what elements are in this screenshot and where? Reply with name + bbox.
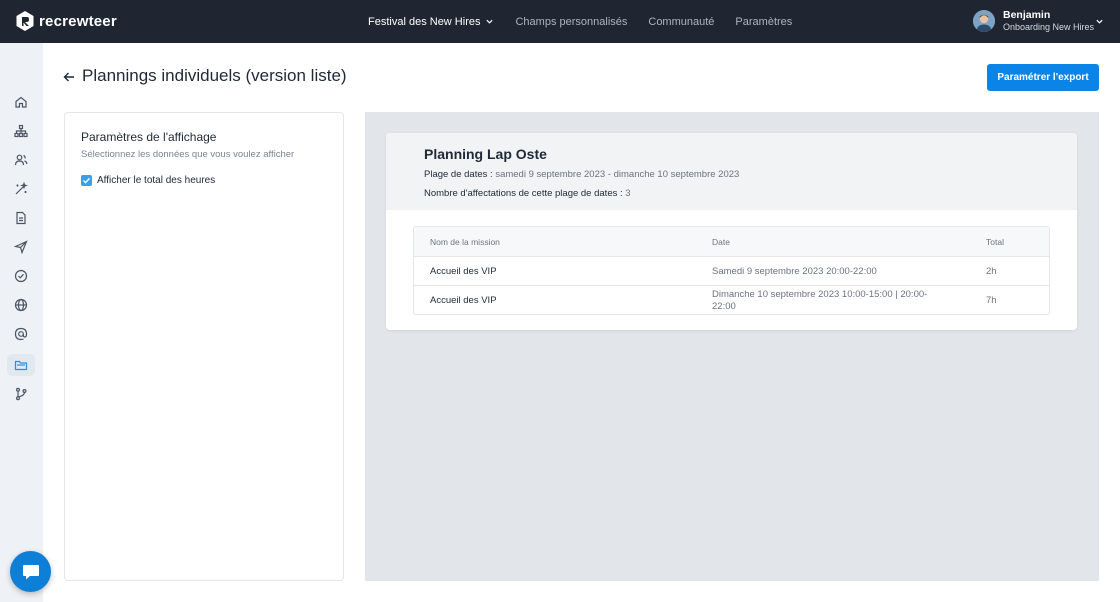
mission-date-cell: Dimanche 10 septembre 2023 10:00-15:00 |… xyxy=(712,288,928,312)
user-group-icon[interactable] xyxy=(14,153,28,167)
magic-wand-icon[interactable] xyxy=(14,181,28,196)
checkmark-icon xyxy=(83,177,91,184)
nav-item-label: Champs personnalisés xyxy=(515,15,628,28)
column-header-mission: Nom de la mission xyxy=(430,236,500,247)
table-row: Accueil des VIP Samedi 9 septembre 2023 … xyxy=(414,256,1049,285)
back-arrow-icon[interactable] xyxy=(62,70,76,84)
main-nav: Festival des New Hires Champs personnali… xyxy=(368,0,813,43)
mission-name-cell: Accueil des VIP xyxy=(430,294,497,306)
avatar xyxy=(973,10,995,32)
assignment-count-label: Nombre d'affectations de cette plage de … xyxy=(424,188,623,199)
home-icon[interactable] xyxy=(14,95,28,109)
brand-logo[interactable]: recrewteer xyxy=(15,10,117,32)
user-menu[interactable]: Benjamin Onboarding New Hires xyxy=(973,9,1103,33)
globe-icon[interactable] xyxy=(14,298,28,312)
total-hours-checkbox[interactable] xyxy=(81,175,92,186)
date-range-line: Plage de dates : samedi 9 septembre 2023… xyxy=(424,169,739,180)
planning-title: Planning Lap Oste xyxy=(424,146,547,162)
user-name: Benjamin xyxy=(1003,9,1051,21)
check-circle-icon[interactable] xyxy=(14,269,28,283)
page-title: Plannings individuels (version liste) xyxy=(82,66,347,85)
mission-date-cell: Samedi 9 septembre 2023 20:00-22:00 xyxy=(712,265,877,277)
nav-item-community[interactable]: Communauté xyxy=(648,16,714,28)
branch-icon[interactable] xyxy=(14,387,28,401)
nav-item-settings[interactable]: Paramètres xyxy=(735,16,792,28)
assignment-count-value: 3 xyxy=(625,188,631,199)
chevron-down-icon[interactable] xyxy=(1095,17,1104,26)
send-icon[interactable] xyxy=(13,240,28,255)
column-header-total: Total xyxy=(986,236,1004,247)
top-navigation-bar: recrewteer Festival des New Hires Champs… xyxy=(0,0,1120,43)
date-range-value: samedi 9 septembre 2023 - dimanche 10 se… xyxy=(495,169,740,180)
table-header-row: Nom de la mission Date Total xyxy=(414,227,1049,256)
planning-card: Planning Lap Oste Plage de dates : samed… xyxy=(386,133,1077,330)
table-row: Accueil des VIP Dimanche 10 septembre 20… xyxy=(414,285,1049,314)
mission-total-cell: 7h xyxy=(986,294,997,306)
display-settings-panel: Paramètres de l'affichage Sélectionnez l… xyxy=(64,112,344,581)
org-chart-icon[interactable] xyxy=(14,124,28,138)
user-avatar-icon xyxy=(973,10,995,32)
nav-item-label: Paramètres xyxy=(735,15,793,28)
left-sidebar xyxy=(0,43,43,602)
recrewteer-logo-icon xyxy=(16,11,34,31)
chevron-down-icon xyxy=(486,19,494,24)
nav-item-label: Festival des New Hires xyxy=(368,15,481,28)
user-role: Onboarding New Hires xyxy=(1003,22,1095,32)
export-settings-button[interactable]: Paramétrer l'export xyxy=(987,64,1099,91)
planning-header: Planning Lap Oste Plage de dates : samed… xyxy=(386,133,1077,210)
document-icon[interactable] xyxy=(14,211,28,225)
nav-item-label: Communauté xyxy=(648,15,715,28)
user-info: Benjamin Onboarding New Hires xyxy=(1003,9,1094,33)
missions-table: Nom de la mission Date Total Accueil des… xyxy=(413,226,1050,315)
chat-button[interactable] xyxy=(10,551,51,592)
planning-preview-area: Planning Lap Oste Plage de dates : samed… xyxy=(365,112,1099,581)
nav-item-custom-fields[interactable]: Champs personnalisés xyxy=(515,16,627,28)
settings-title: Paramètres de l'affichage xyxy=(81,130,217,144)
column-header-date: Date xyxy=(712,236,730,247)
chat-bubble-icon xyxy=(22,564,39,579)
settings-subtitle: Sélectionnez les données que vous voulez… xyxy=(81,149,295,160)
mission-name-cell: Accueil des VIP xyxy=(430,265,497,277)
mission-total-cell: 2h xyxy=(986,265,997,277)
assignment-count-line: Nombre d'affectations de cette plage de … xyxy=(424,188,631,199)
date-range-label: Plage de dates : xyxy=(424,169,493,180)
folder-icon[interactable] xyxy=(14,358,28,372)
at-icon[interactable] xyxy=(14,327,28,341)
brand-name: recrewteer xyxy=(39,12,117,30)
nav-item-event-selector[interactable]: Festival des New Hires xyxy=(368,16,494,28)
total-hours-label[interactable]: Afficher le total des heures xyxy=(97,175,215,186)
